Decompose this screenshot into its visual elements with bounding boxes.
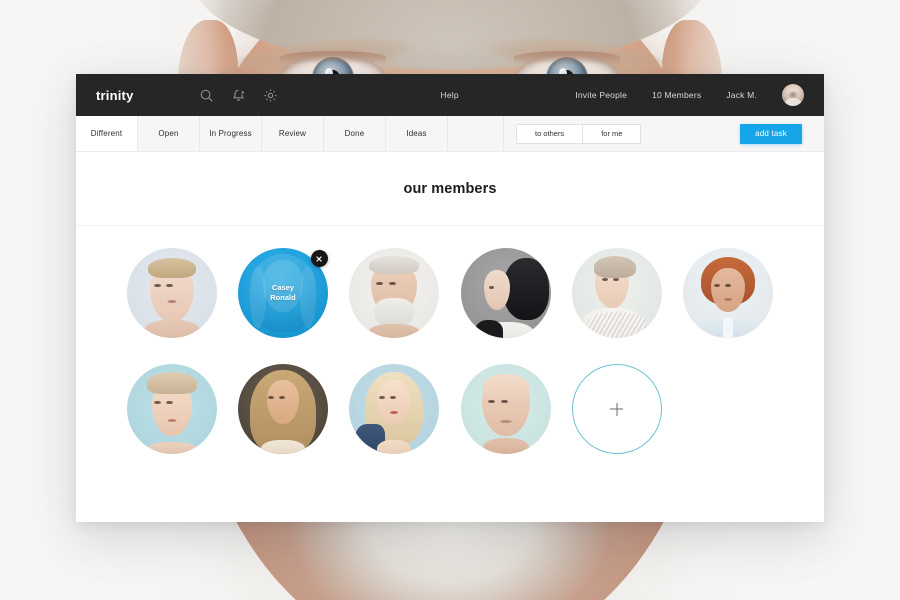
tab-bar-spacer [448,116,504,151]
topbar-icon-group [199,88,278,103]
member-avatar-7[interactable] [126,364,217,454]
member-avatar-5[interactable] [571,248,662,338]
member-4-portrait [460,248,551,338]
page-title-zone: our members [76,152,824,226]
search-icon[interactable] [199,88,214,103]
member-8-portrait [237,364,328,454]
member-avatar-4[interactable] [460,248,551,338]
member-avatar-8[interactable] [237,364,328,454]
card-body: our members Casey Ronald [76,152,824,522]
tab-bar: Different Open In Progress Review Done I… [76,116,824,152]
member-9-portrait [349,364,440,454]
tab-different[interactable]: Different [76,116,138,151]
page-title: our members [403,180,497,197]
members-row-1: Casey Ronald [116,248,784,338]
member-avatar-1[interactable] [126,248,217,338]
member-5-portrait [571,248,662,338]
segment-to-others[interactable]: to others [517,125,582,143]
member-avatar-9[interactable] [349,364,440,454]
segment-for-me[interactable]: for me [582,124,640,143]
add-member-button[interactable] [571,364,662,454]
tab-review[interactable]: Review [262,116,324,151]
topbar-right-group: Invite People 10 Members Jack M. [575,84,804,106]
app-logo[interactable]: trinity [96,88,134,103]
add-task-button[interactable]: add task [740,123,802,144]
help-link[interactable]: Help [440,90,458,100]
member-6-portrait [683,248,774,338]
member-3-portrait [349,248,440,338]
member-1-portrait [126,248,217,338]
remove-member-badge[interactable] [310,250,328,267]
members-count-label[interactable]: 10 Members [652,90,701,100]
members-row-2 [116,364,784,454]
avatar[interactable] [782,84,804,106]
notification-add-icon[interactable] [231,88,246,103]
app-topbar: trinity Help Invite People 10 Members Ja… [76,74,824,116]
member-10-portrait [460,364,551,454]
close-icon [316,255,323,262]
member-avatar-2[interactable]: Casey Ronald [237,248,328,338]
invite-people-link[interactable]: Invite People [575,90,627,100]
member-avatar-6[interactable] [683,248,774,338]
member-avatar-10[interactable] [460,364,551,454]
audience-toggle: to others for me [516,123,642,144]
tab-open[interactable]: Open [138,116,200,151]
members-grid: Casey Ronald [76,226,824,522]
member-avatar-3[interactable] [349,248,440,338]
tab-in-progress[interactable]: In Progress [200,116,262,151]
current-user-name[interactable]: Jack M. [726,90,757,100]
member-7-portrait [126,364,217,454]
plus-icon [610,403,623,416]
tab-done[interactable]: Done [324,116,386,151]
tab-ideas[interactable]: Ideas [386,116,448,151]
gear-icon[interactable] [263,88,278,103]
app-window: trinity Help Invite People 10 Members Ja… [76,74,824,522]
